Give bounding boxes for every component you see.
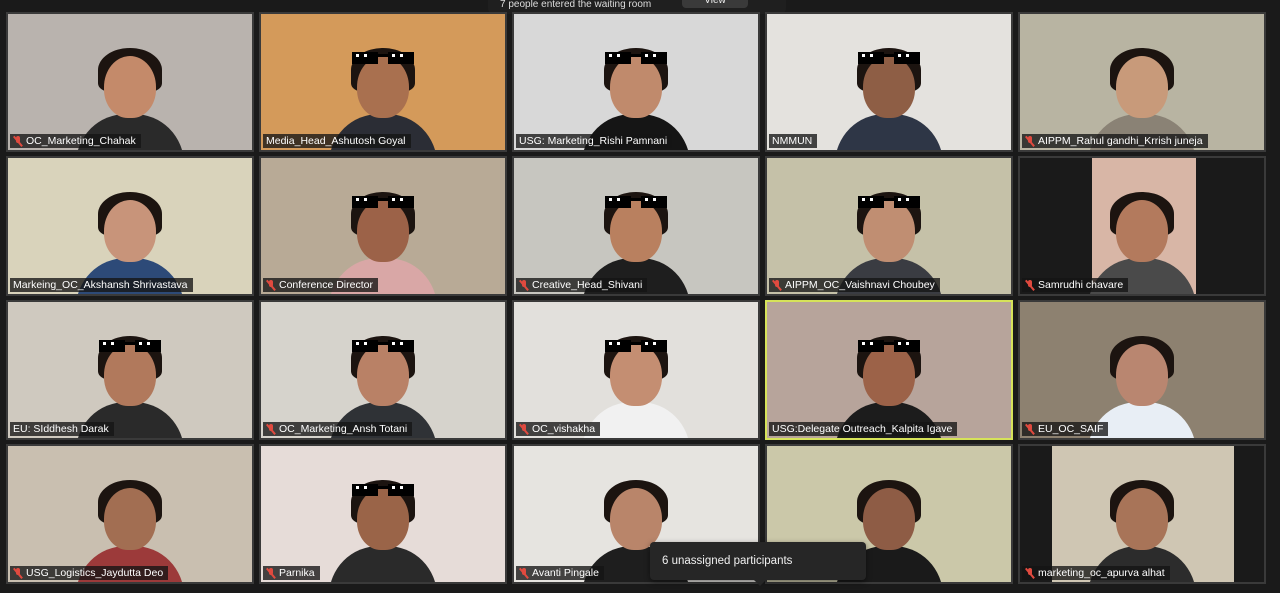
pixel-sunglasses-overlay — [605, 52, 667, 66]
participant-name-label: OC_vishakha — [516, 422, 601, 436]
participant-name-label: Creative_Head_Shivani — [516, 278, 648, 292]
mic-muted-icon — [13, 135, 23, 147]
participant-name-label: Media_Head_Ashutosh Goyal — [263, 134, 411, 148]
participant-tile[interactable]: AIPPM_OC_Vaishnavi Choubey — [765, 156, 1013, 296]
participant-name: AIPPM_Rahul gandhi_Krrish juneja — [1038, 135, 1203, 147]
participant-name-label: AIPPM_OC_Vaishnavi Choubey — [769, 278, 940, 292]
participant-name: AIPPM_OC_Vaishnavi Choubey — [785, 279, 935, 291]
mic-muted-icon — [1025, 567, 1035, 579]
mic-muted-icon — [519, 567, 529, 579]
mic-muted-icon — [772, 279, 782, 291]
participant-name: Conference Director — [279, 279, 373, 291]
participant-tile[interactable]: EU_OC_SAIF — [1018, 300, 1266, 440]
mic-muted-icon — [266, 423, 276, 435]
participant-name-label: AIPPM_Rahul gandhi_Krrish juneja — [1022, 134, 1208, 148]
participant-name-label: marketing_oc_apurva alhat — [1022, 566, 1170, 580]
pixel-sunglasses-overlay — [858, 196, 920, 210]
participant-tile[interactable]: Creative_Head_Shivani — [512, 156, 760, 296]
mic-muted-icon — [519, 423, 529, 435]
participant-tile[interactable]: Conference Director — [259, 156, 507, 296]
pixel-sunglasses-overlay — [352, 196, 414, 210]
participant-tile[interactable]: Parnika — [259, 444, 507, 584]
participant-name: USG: Marketing_Rishi Pamnani — [519, 135, 668, 147]
mic-muted-icon — [1025, 279, 1035, 291]
participant-name: Avanti Pingale — [532, 567, 599, 579]
participant-name-label: EU_OC_SAIF — [1022, 422, 1109, 436]
participant-name: USG_Logistics_Jaydutta Deo — [26, 567, 164, 579]
participant-name-label: OC_Marketing_Ansh Totani — [263, 422, 413, 436]
pixel-sunglasses-overlay — [352, 340, 414, 354]
participant-tile[interactable]: USG: Marketing_Rishi Pamnani — [512, 12, 760, 152]
participant-tile[interactable]: Markeing_OC_Akshansh Shrivastava — [6, 156, 254, 296]
participant-name: NMMUN — [772, 135, 813, 147]
participant-tile[interactable]: Samrudhi chavare — [1018, 156, 1266, 296]
mic-muted-icon — [266, 567, 276, 579]
pixel-sunglasses-overlay — [858, 52, 920, 66]
participant-name-label: USG: Marketing_Rishi Pamnani — [516, 134, 673, 148]
pixel-sunglasses-overlay — [858, 340, 920, 354]
mic-muted-icon — [519, 279, 529, 291]
participant-tile[interactable]: NMMUN — [765, 12, 1013, 152]
participant-tile[interactable]: AIPPM_Rahul gandhi_Krrish juneja — [1018, 12, 1266, 152]
view-waiting-room-button[interactable]: View — [682, 0, 748, 8]
participant-name-label: Samrudhi chavare — [1022, 278, 1129, 292]
participant-name-label: USG_Logistics_Jaydutta Deo — [10, 566, 169, 580]
participant-name: Samrudhi chavare — [1038, 279, 1124, 291]
pixel-sunglasses-overlay — [99, 340, 161, 354]
participant-tile[interactable]: marketing_oc_apurva alhat — [1018, 444, 1266, 584]
participant-name-label: Markeing_OC_Akshansh Shrivastava — [10, 278, 193, 292]
participant-tile[interactable]: EU: SIddhesh Darak — [6, 300, 254, 440]
participant-name: Markeing_OC_Akshansh Shrivastava — [13, 279, 188, 291]
participant-name-label: USG:Delegate Outreach_Kalpita Igave — [769, 422, 958, 436]
tooltip-text: 6 unassigned participants — [662, 555, 793, 567]
participant-tile[interactable]: USG:Delegate Outreach_Kalpita Igave — [765, 300, 1013, 440]
pixel-sunglasses-overlay — [352, 52, 414, 66]
participant-name: OC_Marketing_Ansh Totani — [279, 423, 408, 435]
mic-muted-icon — [1025, 423, 1035, 435]
tooltip-arrow — [754, 580, 766, 586]
participant-name: EU: SIddhesh Darak — [13, 423, 109, 435]
participant-name: marketing_oc_apurva alhat — [1038, 567, 1165, 579]
mic-muted-icon — [266, 279, 276, 291]
pixel-sunglasses-overlay — [605, 196, 667, 210]
mic-muted-icon — [1025, 135, 1035, 147]
unassigned-participants-tooltip: 6 unassigned participants — [650, 542, 866, 586]
participant-name: EU_OC_SAIF — [1038, 423, 1104, 435]
participant-name: OC_Marketing_Chahak — [26, 135, 136, 147]
participant-tile[interactable]: OC_Marketing_Ansh Totani — [259, 300, 507, 440]
pixel-sunglasses-overlay — [605, 340, 667, 354]
participant-name: USG:Delegate Outreach_Kalpita Igave — [772, 423, 953, 435]
participant-gallery: OC_Marketing_Chahak Media_Head_Ashutosh G… — [6, 12, 1266, 586]
participant-tile[interactable]: OC_Marketing_Chahak — [6, 12, 254, 152]
participant-name: Media_Head_Ashutosh Goyal — [266, 135, 406, 147]
participant-name: Parnika — [279, 567, 315, 579]
participant-tile[interactable]: USG_Logistics_Jaydutta Deo — [6, 444, 254, 584]
participant-name-label: EU: SIddhesh Darak — [10, 422, 114, 436]
pixel-sunglasses-overlay — [352, 484, 414, 498]
participant-tile[interactable]: Media_Head_Ashutosh Goyal — [259, 12, 507, 152]
participant-name-label: NMMUN — [769, 134, 818, 148]
participant-name-label: Avanti Pingale — [516, 566, 604, 580]
waiting-room-text: 7 people entered the waiting room — [500, 0, 652, 10]
participant-name-label: Parnika — [263, 566, 320, 580]
participant-name: Creative_Head_Shivani — [532, 279, 643, 291]
participant-tile[interactable]: OC_vishakha — [512, 300, 760, 440]
participant-name: OC_vishakha — [532, 423, 596, 435]
mic-muted-icon — [13, 567, 23, 579]
participant-name-label: Conference Director — [263, 278, 378, 292]
participant-name-label: OC_Marketing_Chahak — [10, 134, 141, 148]
